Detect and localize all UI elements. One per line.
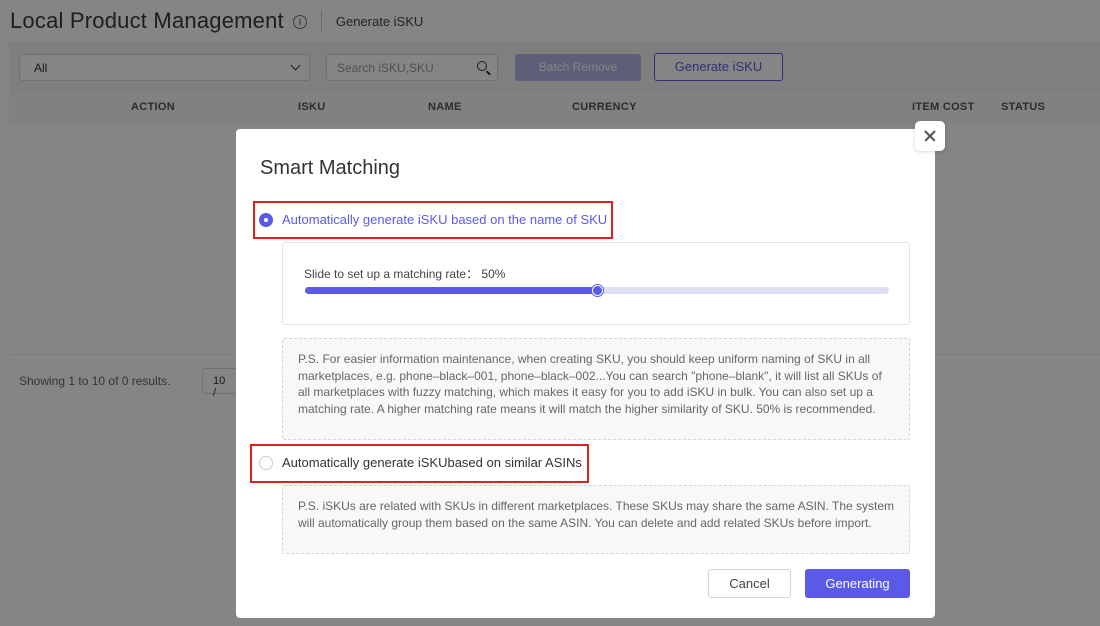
- asin-matching-note: P.S. iSKUs are related with SKUs in diff…: [282, 485, 910, 554]
- radio-checked-icon[interactable]: [259, 212, 273, 227]
- option-asin-based[interactable]: Automatically generate iSKUbased on simi…: [259, 455, 582, 470]
- option-name-based-label: Automatically generate iSKU based on the…: [282, 212, 608, 227]
- close-icon[interactable]: [915, 121, 945, 151]
- radio-unchecked-icon[interactable]: [259, 455, 273, 470]
- matching-rate-slider[interactable]: [305, 285, 889, 296]
- slider-handle[interactable]: [592, 285, 603, 296]
- option-name-based[interactable]: Automatically generate iSKU based on the…: [259, 212, 607, 227]
- name-matching-note: P.S. For easier information maintenance,…: [282, 338, 910, 440]
- matching-rate-panel: Slide to set up a matching rate： 50%: [282, 242, 910, 325]
- matching-rate-label: Slide to set up a matching rate： 50%: [304, 267, 506, 281]
- cancel-button[interactable]: Cancel: [708, 569, 791, 598]
- slider-fill: [305, 287, 597, 294]
- smart-matching-dialog: Smart Matching Automatically generate iS…: [236, 129, 935, 618]
- option-asin-based-label: Automatically generate iSKUbased on simi…: [282, 455, 582, 470]
- generating-button[interactable]: Generating: [805, 569, 910, 598]
- dialog-title: Smart Matching: [260, 157, 401, 179]
